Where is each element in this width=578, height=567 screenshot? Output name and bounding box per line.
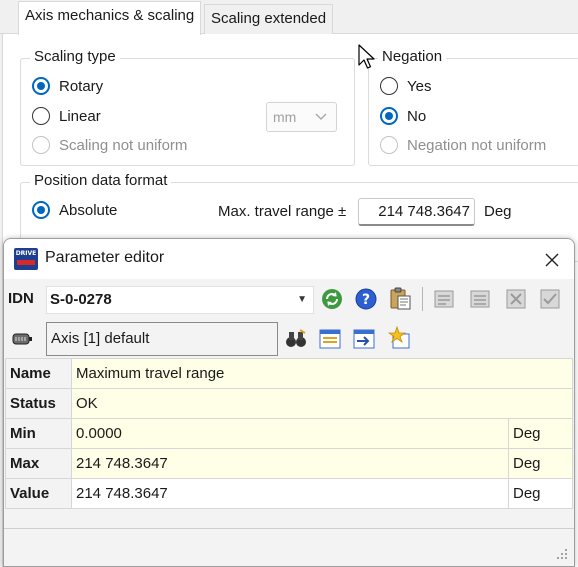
no-label: No bbox=[407, 107, 427, 125]
negation-not-uniform-label: Negation not uniform bbox=[407, 136, 547, 154]
yes-radio-button[interactable] bbox=[380, 77, 398, 95]
idn-toolbar: IDN S-0-0278 ▼ ? bbox=[4, 284, 574, 314]
unit-select-value: mm bbox=[273, 109, 297, 125]
radio-negation-no[interactable]: No bbox=[380, 107, 426, 125]
axis-connector-icon bbox=[12, 333, 32, 345]
idn-label: IDN bbox=[8, 290, 34, 307]
table-row: Name Maximum travel range bbox=[5, 358, 573, 389]
row-label-max: Max bbox=[5, 448, 72, 479]
idn-value: S-0-0278 bbox=[50, 291, 112, 308]
parameter-status-value: OK bbox=[71, 388, 573, 419]
parameter-editor-window[interactable]: DRIVE Parameter editor IDN S-0-0278 ▼ ? bbox=[3, 238, 575, 567]
tab-scaling-extended[interactable]: Scaling extended bbox=[204, 4, 334, 34]
rotary-label: Rotary bbox=[59, 77, 104, 95]
import-parameter-icon[interactable] bbox=[352, 327, 376, 351]
chevron-down-icon bbox=[314, 103, 328, 141]
parameter-value-input[interactable]: 214 748.3647 bbox=[71, 478, 509, 509]
parameter-min-unit: Deg bbox=[508, 418, 573, 449]
parameter-editor-title: Parameter editor bbox=[45, 249, 165, 266]
new-star-icon[interactable] bbox=[388, 326, 412, 350]
app-icon-text: DRIVE bbox=[15, 250, 37, 257]
delete-parameter-icon bbox=[506, 289, 526, 309]
toolbar-separator bbox=[422, 287, 423, 311]
mouse-pointer-icon bbox=[358, 44, 375, 69]
table-row: Min 0.0000 Deg bbox=[5, 418, 573, 449]
search-binoculars-icon[interactable] bbox=[284, 327, 308, 351]
close-icon bbox=[545, 253, 559, 267]
axis-selector[interactable]: Axis [1] default bbox=[46, 322, 278, 356]
read-parameter-icon bbox=[470, 290, 490, 308]
radio-scaling-not-uniform: Scaling not uniform bbox=[32, 136, 187, 154]
parameter-max-unit: Deg bbox=[508, 448, 573, 479]
axis-toolbar: Axis [1] default bbox=[4, 321, 574, 356]
paste-clipboard-icon[interactable] bbox=[388, 286, 412, 310]
dropdown-arrow-icon[interactable]: ▼ bbox=[297, 287, 307, 313]
close-button[interactable] bbox=[530, 239, 574, 279]
refresh-icon[interactable] bbox=[320, 287, 344, 311]
parameter-grid: Name Maximum travel range Status OK Min … bbox=[5, 358, 573, 509]
position-data-format-title: Position data format bbox=[30, 172, 172, 189]
max-travel-range-unit: Deg bbox=[484, 203, 512, 220]
parameter-editor-titlebar[interactable]: DRIVE Parameter editor bbox=[4, 239, 574, 279]
yes-label: Yes bbox=[407, 77, 432, 95]
parameter-name-value: Maximum travel range bbox=[71, 358, 573, 389]
row-label-name: Name bbox=[5, 358, 72, 389]
linear-label: Linear bbox=[59, 107, 101, 125]
divider bbox=[4, 528, 574, 529]
linear-radio-button[interactable] bbox=[32, 107, 50, 125]
radio-absolute[interactable]: Absolute bbox=[32, 201, 117, 219]
write-parameter-icon bbox=[434, 290, 454, 308]
scaling-not-uniform-label: Scaling not uniform bbox=[59, 136, 188, 154]
radio-negation-yes[interactable]: Yes bbox=[380, 77, 431, 95]
rotary-radio-button[interactable] bbox=[32, 77, 50, 95]
resize-grip-icon[interactable] bbox=[556, 548, 568, 560]
check-parameter-icon bbox=[540, 289, 560, 309]
table-row: Status OK bbox=[5, 388, 573, 419]
parameter-list-icon[interactable] bbox=[318, 327, 342, 351]
row-label-value: Value bbox=[5, 478, 72, 509]
table-row: Value 214 748.3647 Deg bbox=[5, 478, 573, 509]
svg-text:?: ? bbox=[362, 292, 370, 308]
parameter-max-value: 214 748.3647 bbox=[71, 448, 509, 479]
max-travel-range-input[interactable]: 214 748.3647 bbox=[358, 198, 475, 226]
scaling-type-title: Scaling type bbox=[30, 48, 120, 65]
drive-app-icon: DRIVE bbox=[14, 248, 38, 270]
row-label-min: Min bbox=[5, 418, 72, 449]
table-row: Max 214 748.3647 Deg bbox=[5, 448, 573, 479]
radio-linear[interactable]: Linear bbox=[32, 107, 101, 125]
scaling-not-uniform-radio-button bbox=[32, 136, 50, 154]
absolute-radio-button[interactable] bbox=[32, 201, 50, 219]
negation-title: Negation bbox=[378, 48, 447, 65]
negation-not-uniform-radio-button bbox=[380, 136, 398, 154]
row-label-status: Status bbox=[5, 388, 72, 419]
radio-negation-not-uniform: Negation not uniform bbox=[380, 136, 546, 154]
help-icon[interactable]: ? bbox=[354, 287, 378, 311]
max-travel-range-label: Max. travel range ± bbox=[218, 203, 347, 220]
no-radio-button[interactable] bbox=[380, 107, 398, 125]
radio-rotary[interactable]: Rotary bbox=[32, 77, 103, 95]
tab-axis-mechanics-scaling[interactable]: Axis mechanics & scaling bbox=[18, 1, 202, 35]
linear-unit-select: mm bbox=[266, 102, 337, 132]
absolute-label: Absolute bbox=[59, 201, 118, 219]
idn-combobox[interactable]: S-0-0278 ▼ bbox=[46, 286, 314, 314]
tab-strip: Axis mechanics & scaling Scaling extende… bbox=[0, 0, 578, 35]
parameter-min-value: 0.0000 bbox=[71, 418, 509, 449]
parameter-value-unit: Deg bbox=[508, 478, 573, 509]
